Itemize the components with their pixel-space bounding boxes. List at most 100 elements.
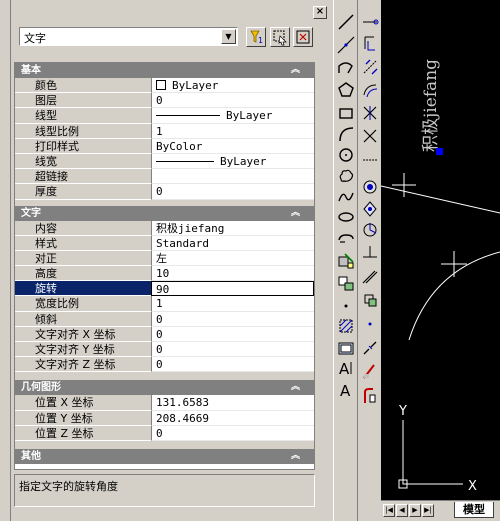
property-value[interactable]: 0 (151, 93, 314, 109)
break-at-point-icon[interactable] (360, 266, 380, 286)
grip-handle[interactable] (436, 148, 443, 155)
polyline-icon[interactable] (336, 58, 356, 78)
revision-cloud-icon[interactable] (336, 166, 356, 186)
rotation-input[interactable]: 90 (151, 281, 314, 297)
selection-dropdown[interactable]: 文字 ▼ (19, 27, 238, 46)
property-value[interactable]: 1 (151, 296, 314, 312)
property-row-linetype[interactable]: 线型 ByLayer (15, 108, 314, 124)
property-value[interactable]: 0 (151, 184, 314, 200)
property-value[interactable]: ByLayer (151, 153, 314, 170)
first-tab-icon[interactable]: |◀ (383, 504, 395, 517)
property-row-position-x[interactable]: 位置 X 坐标 131.6583 (15, 395, 314, 411)
break-icon[interactable] (360, 290, 380, 310)
hatch-icon[interactable] (336, 316, 356, 336)
property-value[interactable]: 0 (151, 425, 314, 441)
polygon-icon[interactable] (336, 80, 356, 100)
select-objects-button[interactable] (270, 27, 290, 47)
property-value[interactable]: 131.6583 (151, 395, 314, 411)
property-row-linetype-scale[interactable]: 线型比例 1 (15, 123, 314, 139)
join-icon[interactable] (360, 314, 380, 334)
section-geometry-header[interactable]: 几何图形 ︽ (15, 380, 314, 396)
ellipse-arc-icon[interactable] (336, 229, 356, 249)
property-value[interactable]: 10 (151, 266, 314, 282)
section-general-header[interactable]: 基本 ︽ (15, 63, 314, 78)
mirror-icon[interactable] (360, 57, 380, 77)
move-icon[interactable] (360, 126, 380, 146)
section-text-header[interactable]: 文字 ︽ (15, 205, 314, 221)
chevron-down-icon[interactable]: ▼ (221, 29, 236, 44)
property-row-position-y[interactable]: 位置 Y 坐标 208.4669 (15, 410, 314, 426)
property-row-layer[interactable]: 图层 0 (15, 93, 314, 109)
property-row-thickness[interactable]: 厚度 0 (15, 184, 314, 200)
property-row-hyperlink[interactable]: 超链接 (15, 169, 314, 185)
property-row-height[interactable]: 高度 10 (15, 266, 314, 282)
property-value[interactable]: 0 (151, 311, 314, 327)
insert-block-icon[interactable] (336, 251, 356, 271)
property-row-obliquing[interactable]: 倾斜 0 (15, 311, 314, 327)
trim-icon[interactable] (360, 220, 380, 240)
tab-model[interactable]: 模型 (454, 502, 494, 518)
property-row-rotation[interactable]: 旋转 90 (15, 281, 314, 297)
property-row-justify[interactable]: 对正 左 (15, 250, 314, 267)
drawing-area[interactable]: 积极jiefang Y X (381, 0, 500, 500)
fillet-icon[interactable] (360, 361, 380, 381)
construction-line-icon[interactable] (336, 35, 356, 55)
property-value[interactable]: 208.4669 (151, 410, 314, 426)
property-row-contents[interactable]: 内容 积极jiefang (15, 220, 314, 236)
property-value[interactable]: 左 (151, 250, 314, 267)
property-row-text-align-x[interactable]: 文字对齐 X 坐标 0 (15, 326, 314, 342)
quick-select-button[interactable] (293, 27, 313, 47)
next-tab-icon[interactable]: ▶ (409, 504, 421, 517)
copy-icon[interactable] (360, 33, 380, 53)
property-value[interactable]: 0 (151, 357, 314, 373)
text-object[interactable]: 积极jiefang (421, 59, 441, 152)
property-row-text-align-z[interactable]: 文字对齐 Z 坐标 0 (15, 357, 314, 373)
property-value[interactable]: 0 (151, 342, 314, 358)
single-line-text-icon[interactable]: A (336, 380, 356, 400)
property-row-position-z[interactable]: 位置 Z 坐标 0 (15, 425, 314, 441)
property-value[interactable]: ByLayer (151, 78, 314, 94)
collapse-icon[interactable]: ︽ (291, 449, 300, 464)
property-value[interactable] (151, 169, 314, 185)
line-icon[interactable] (336, 12, 356, 32)
rotate-icon[interactable] (360, 150, 380, 170)
extend-icon[interactable] (360, 243, 380, 263)
erase-icon[interactable] (360, 12, 380, 32)
property-value[interactable]: ByLayer (151, 108, 314, 124)
collapse-icon[interactable]: ︽ (291, 206, 300, 221)
property-row-plot-style[interactable]: 打印样式 ByColor (15, 138, 314, 154)
spline-icon[interactable] (336, 187, 356, 207)
circle-icon[interactable] (336, 145, 356, 165)
multiline-text-icon[interactable]: A (336, 358, 356, 378)
ellipse-icon[interactable] (336, 207, 356, 227)
last-tab-icon[interactable]: ▶| (422, 504, 434, 517)
collapse-icon[interactable]: ︽ (291, 380, 300, 395)
scale-icon[interactable] (360, 177, 380, 197)
property-value[interactable]: 1 (151, 123, 314, 139)
collapse-icon[interactable]: ︽ (291, 63, 300, 78)
explode-icon[interactable] (360, 386, 380, 406)
property-value[interactable]: 积极jiefang (151, 220, 314, 236)
array-icon[interactable] (360, 103, 380, 123)
property-row-color[interactable]: 颜色 ByLayer (15, 78, 314, 94)
property-value[interactable]: ByColor (151, 138, 314, 154)
property-value[interactable]: 0 (151, 326, 314, 342)
property-value[interactable]: Standard (151, 235, 314, 251)
offset-icon[interactable] (360, 80, 380, 100)
stretch-icon[interactable] (360, 199, 380, 219)
section-misc-header[interactable]: 其他 ︽ (15, 448, 314, 464)
chamfer-icon[interactable] (360, 338, 380, 358)
line-object[interactable] (381, 185, 500, 214)
property-row-width-factor[interactable]: 宽度比例 1 (15, 296, 314, 312)
rectangle-icon[interactable] (336, 103, 356, 123)
close-icon[interactable]: × (313, 6, 327, 19)
property-row-style[interactable]: 样式 Standard (15, 235, 314, 251)
arc-icon[interactable] (336, 124, 356, 144)
make-block-icon[interactable] (336, 273, 356, 293)
point-icon[interactable] (336, 296, 356, 316)
property-row-text-align-y[interactable]: 文字对齐 Y 坐标 0 (15, 342, 314, 358)
toggle-pickadd-button[interactable]: 1 (246, 27, 266, 47)
property-row-lineweight[interactable]: 线宽 ByLayer (15, 153, 314, 170)
region-icon[interactable] (336, 338, 356, 358)
prev-tab-icon[interactable]: ◀ (396, 504, 408, 517)
